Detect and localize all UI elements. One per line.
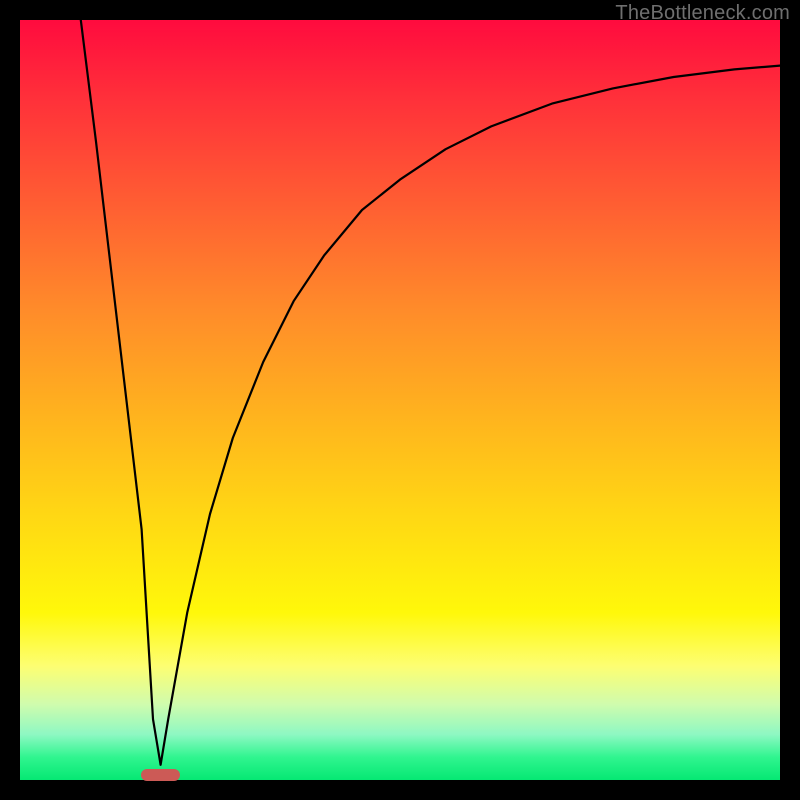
watermark-text: TheBottleneck.com <box>615 2 790 25</box>
chart-minimum-marker <box>141 769 181 781</box>
chart-path <box>81 20 780 765</box>
chart-curve <box>20 20 780 780</box>
chart-frame: TheBottleneck.com <box>0 0 800 800</box>
chart-plot-area <box>20 20 780 780</box>
